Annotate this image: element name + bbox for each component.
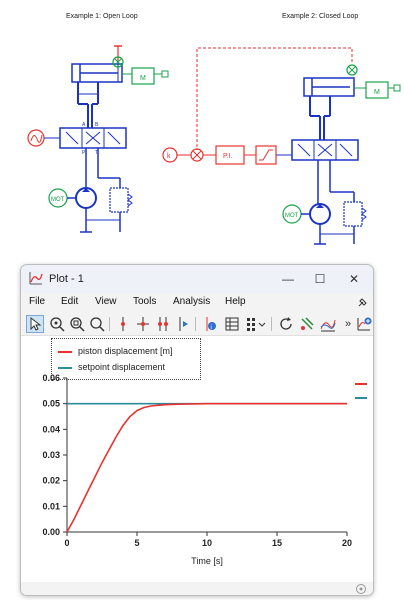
menu-edit[interactable]: Edit — [61, 296, 78, 307]
maximize-button[interactable]: ☐ — [307, 270, 333, 288]
x-tick-label: 15 — [272, 538, 282, 548]
svg-text:B: B — [95, 122, 99, 128]
pointer-icon[interactable] — [26, 315, 44, 333]
plot-app-icon — [29, 272, 43, 285]
y-tick-label: 0.04 — [42, 424, 60, 434]
y-tick-label: 0.02 — [42, 476, 60, 486]
svg-text:A: A — [82, 122, 86, 128]
new-plot-icon[interactable] — [355, 315, 373, 333]
zoom-icon[interactable] — [68, 315, 86, 333]
menu-file[interactable]: File — [29, 296, 45, 307]
cursor-step-icon[interactable] — [174, 315, 192, 333]
title-bar[interactable]: Plot - 1 — ☐ ✕ — [21, 265, 373, 293]
x-tick-label: 5 — [134, 538, 139, 548]
cursor-icon[interactable] — [114, 315, 132, 333]
closed-loop-circuit: M k P.I. MOT — [162, 47, 401, 245]
relief-valve-1 — [109, 187, 129, 213]
menu-analysis[interactable]: Analysis — [173, 296, 210, 307]
y-tick-label: 0.05 — [42, 399, 60, 409]
pi-controller-label: P.I. — [223, 153, 233, 160]
grid-options-icon[interactable] — [245, 315, 267, 333]
cursor-pair-icon[interactable] — [154, 315, 172, 333]
y-tick-label: 0.00 — [42, 527, 60, 537]
x-axis-label: Time [s] — [191, 556, 223, 566]
svg-text:i: i — [211, 325, 212, 331]
pan-zoom-icon[interactable] — [48, 315, 66, 333]
relief-valve-2 — [343, 201, 363, 227]
x-tick-label: 20 — [342, 538, 352, 548]
minimize-button[interactable]: — — [275, 270, 301, 288]
menu-bar: File Edit View Tools Analysis Help — [21, 293, 373, 313]
toolbar-separator — [109, 317, 110, 331]
menu-view[interactable]: View — [95, 296, 117, 307]
line-chart[interactable]: 0.00 0.01 0.02 0.03 0.04 0.05 0.06 0 5 10 15 20 Time… — [21, 336, 373, 582]
resize-grip-icon[interactable] — [355, 583, 367, 595]
y-tick-label: 0.03 — [42, 450, 60, 460]
menu-help[interactable]: Help — [225, 296, 246, 307]
y-tick-label: 0.01 — [42, 501, 60, 511]
refresh-icon[interactable] — [277, 315, 295, 333]
motor-2-label: MOT — [285, 213, 299, 219]
x-tick-label: 10 — [202, 538, 212, 548]
close-button[interactable]: ✕ — [341, 270, 367, 288]
y-tick-label: 0.06 — [42, 373, 60, 383]
toolbar-separator — [195, 317, 196, 331]
hydraulic-diagram: Example 1: Open Loop Example 2: Closed L… — [0, 0, 404, 262]
menu-tools[interactable]: Tools — [133, 296, 156, 307]
plot-window: Plot - 1 — ☐ ✕ File Edit View Tools Anal… — [20, 264, 374, 596]
settings-icon[interactable] — [357, 297, 368, 308]
cursor-cross-icon[interactable] — [134, 315, 152, 333]
motor-1-label: MOT — [51, 197, 65, 203]
marker-info-icon[interactable]: i — [201, 315, 219, 333]
pin-icon[interactable] — [298, 315, 316, 333]
mass-1-label: M — [140, 75, 146, 82]
series-line — [66, 402, 347, 533]
plot-area[interactable]: piston displacement [m] setpoint displac… — [21, 336, 373, 582]
curves-icon[interactable] — [319, 315, 337, 333]
data-table-icon[interactable] — [223, 315, 241, 333]
diagram-canvas: M A B P T MOT M k P.I. MOT — [27, 45, 401, 245]
feedback-line — [196, 47, 353, 150]
toolbar: i » — [21, 313, 373, 336]
k-source-label: k — [167, 153, 171, 160]
toolbar-separator — [271, 317, 272, 331]
x-tick-label: 0 — [64, 538, 69, 548]
zoom-out-icon[interactable] — [88, 315, 106, 333]
window-title: Plot - 1 — [49, 273, 84, 285]
open-loop-circuit: M A B P T MOT — [27, 45, 169, 233]
mass-2-label: M — [374, 89, 380, 96]
status-bar — [21, 582, 373, 595]
